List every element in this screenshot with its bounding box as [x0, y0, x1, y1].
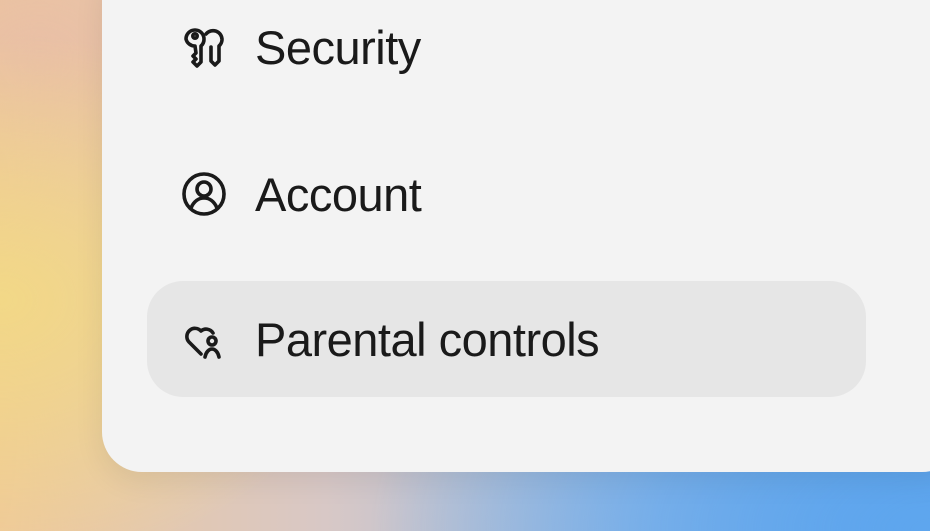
- sidebar-item-label: Parental controls: [255, 312, 600, 366]
- sidebar-item-label: Account: [255, 167, 422, 221]
- sidebar-item-label: Security: [255, 20, 421, 74]
- user-circle-icon: [179, 169, 229, 219]
- sidebar-item-security[interactable]: Security: [147, 0, 866, 105]
- key-icon: [179, 22, 229, 72]
- sidebar-item-parental-controls[interactable]: Parental controls: [147, 281, 866, 397]
- heart-person-icon: [179, 314, 229, 364]
- sidebar-item-account[interactable]: Account: [147, 136, 866, 252]
